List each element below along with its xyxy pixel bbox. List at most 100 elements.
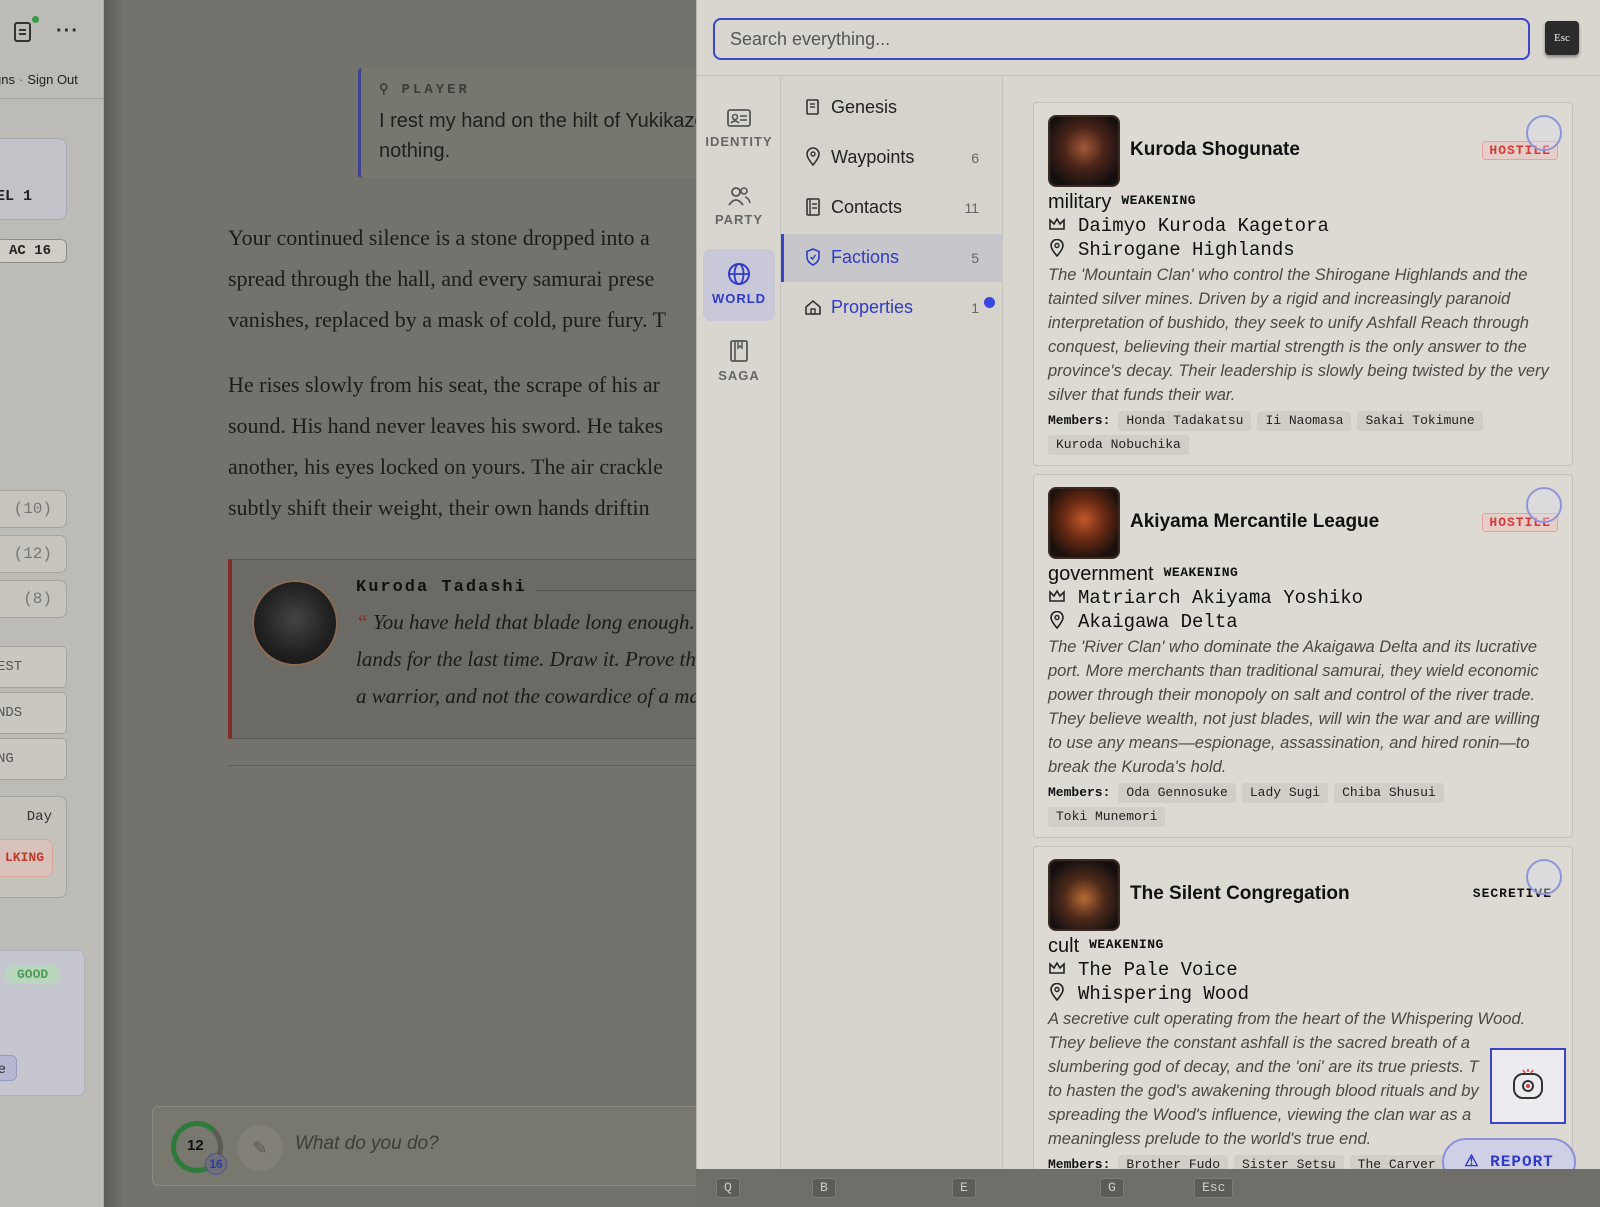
member-chip[interactable]: Brother Fudo xyxy=(1118,1155,1229,1169)
sign-out-link[interactable]: Sign Out xyxy=(27,72,78,87)
faction-leader: Matriarch Akiyama Yoshiko xyxy=(1048,587,1363,609)
more-icon[interactable]: ··· xyxy=(56,20,79,43)
armor-class-badge: AC 16 xyxy=(0,239,67,263)
member-chip[interactable]: Ii Naomasa xyxy=(1257,411,1352,431)
crown-icon xyxy=(1049,217,1065,230)
shield-icon xyxy=(806,248,820,266)
npc-avatar xyxy=(252,580,338,666)
crown-icon xyxy=(1049,961,1065,974)
member-chip[interactable]: The Carver xyxy=(1349,1155,1444,1169)
subnav-item-waypoints[interactable]: Waypoints 6 xyxy=(781,134,1003,182)
faction-location: Whispering Wood xyxy=(1048,983,1249,1005)
keyboard-shortcuts-bar: Q B E G Esc xyxy=(696,1169,1600,1207)
crown-icon xyxy=(1049,589,1065,602)
rest-button[interactable]: EST xyxy=(0,646,67,688)
track-icon[interactable] xyxy=(1526,859,1562,895)
action-input[interactable] xyxy=(295,1133,685,1155)
screenshot-capture-button[interactable] xyxy=(1490,1048,1566,1124)
waypoints-count: 6 xyxy=(971,150,979,166)
house-icon xyxy=(805,299,821,315)
subnav-item-factions[interactable]: Factions 5 xyxy=(781,234,1003,282)
level-label: EL 1 xyxy=(0,188,33,205)
action-bar: 12 16 ✎ xyxy=(152,1106,712,1186)
faction-emblem xyxy=(1048,859,1120,931)
account-links: gns·Sign Out xyxy=(0,72,78,87)
member-chip[interactable]: Kuroda Nobuchika xyxy=(1048,435,1189,455)
faction-card[interactable]: Akiyama Mercantile League HOSTILE govern… xyxy=(1033,474,1573,838)
rail-item-party[interactable]: PARTY xyxy=(703,172,775,244)
globe-icon xyxy=(728,263,750,285)
new-indicator-dot xyxy=(984,297,995,308)
member-chip[interactable]: Toki Munemori xyxy=(1048,807,1166,827)
action-button[interactable]: NG xyxy=(0,738,67,780)
faction-location: Akaigawa Delta xyxy=(1048,611,1238,633)
shortcut-key: G xyxy=(1100,1178,1124,1198)
character-card[interactable] xyxy=(0,138,67,220)
search-input[interactable] xyxy=(713,18,1530,60)
shortcut-key: E xyxy=(952,1178,976,1198)
faction-members: Members: Honda Tadakatsu Ii Naomasa Sakai T… xyxy=(1048,409,1564,457)
member-chip[interactable]: Lady Sugi xyxy=(1241,783,1329,803)
properties-count: 1 xyxy=(971,300,979,316)
campaigns-link[interactable]: gns xyxy=(0,72,15,87)
faction-emblem xyxy=(1048,115,1120,187)
pin-icon xyxy=(806,147,820,167)
close-button[interactable]: Esc xyxy=(1545,21,1579,55)
divider xyxy=(0,98,103,99)
contacts-count: 11 xyxy=(964,200,979,216)
shortcut-key: Esc xyxy=(1194,1178,1234,1198)
subnav-item-genesis[interactable]: Genesis xyxy=(781,84,1003,132)
document-icon[interactable] xyxy=(12,20,34,44)
turn-sub-badge: 16 xyxy=(205,1153,227,1175)
world-subnav: Genesis Waypoints 6 Contacts 11 Factions… xyxy=(781,76,1003,1169)
quill-icon[interactable]: ✎ xyxy=(237,1125,283,1171)
faction-description: The 'River Clan' who dominate the Akaiga… xyxy=(1048,638,1540,776)
member-chip[interactable]: Chiba Shusui xyxy=(1334,783,1444,803)
stat-value: (12) xyxy=(0,535,67,573)
member-chip[interactable]: Oda Gennosuke xyxy=(1118,783,1236,803)
pin-icon xyxy=(1050,239,1064,257)
shortcut-key: Q xyxy=(716,1178,740,1198)
track-icon[interactable] xyxy=(1526,487,1562,523)
sidebar-header: ··· xyxy=(0,0,103,62)
rail-item-saga[interactable]: SAGA xyxy=(703,326,775,398)
pin-icon xyxy=(1050,983,1064,1001)
subnav-item-properties[interactable]: Properties 1 xyxy=(781,284,1003,332)
trend-label: WEAKENING xyxy=(1089,937,1164,952)
faction-emblem xyxy=(1048,487,1120,559)
party-icon xyxy=(728,187,751,206)
faction-type: military WEAKENING xyxy=(1048,191,1197,213)
faction-leader: The Pale Voice xyxy=(1048,959,1238,981)
npc-name: Kuroda Tadashi xyxy=(356,578,527,597)
turn-counter: 12 xyxy=(187,1137,204,1154)
player-label: ⚲ PLAYER xyxy=(379,82,470,98)
rail-item-world[interactable]: WORLD xyxy=(703,249,775,321)
status-dot xyxy=(32,16,39,23)
shortcut-key: B xyxy=(812,1178,836,1198)
funds-button[interactable]: NDS xyxy=(0,692,67,734)
member-chip[interactable]: Honda Tadakatsu xyxy=(1118,411,1252,431)
subnav-item-contacts[interactable]: Contacts 11 xyxy=(781,184,1003,232)
mood-pill[interactable]: e xyxy=(0,1055,17,1081)
contacts-icon xyxy=(806,198,820,216)
search-row: Esc xyxy=(697,0,1600,76)
trend-label: WEAKENING xyxy=(1163,565,1239,580)
story-shade xyxy=(104,0,124,1207)
faction-name: Akiyama Mercantile League xyxy=(1130,511,1380,532)
narration-paragraph: He rises slowly from his seat, the scrap… xyxy=(228,372,664,520)
faction-card[interactable]: Kuroda Shogunate HOSTILE military WEAKENI… xyxy=(1033,102,1573,466)
category-rail: IDENTITY PARTY WORLD SAGA xyxy=(697,76,781,1169)
left-sidebar: ··· gns·Sign Out EL 1 AC 16 (10) (12) (8… xyxy=(0,0,104,1207)
member-chip[interactable]: Sister Setsu xyxy=(1234,1155,1344,1169)
factions-list: Kuroda Shogunate HOSTILE military WEAKENI… xyxy=(1003,76,1600,1169)
track-icon[interactable] xyxy=(1526,115,1562,151)
scroll-icon xyxy=(806,99,819,115)
id-card-icon xyxy=(727,109,751,127)
narration-paragraph: Your continued silence is a stone droppe… xyxy=(228,225,667,332)
player-text: I rest my hand on the hilt of Yukikaze n… xyxy=(379,110,706,162)
rail-item-identity[interactable]: IDENTITY xyxy=(703,94,775,166)
pin-icon: ⚲ xyxy=(379,82,392,97)
activity-status: LKING xyxy=(0,839,53,877)
stat-value: (8) xyxy=(0,580,67,618)
member-chip[interactable]: Sakai Tokimune xyxy=(1357,411,1483,431)
